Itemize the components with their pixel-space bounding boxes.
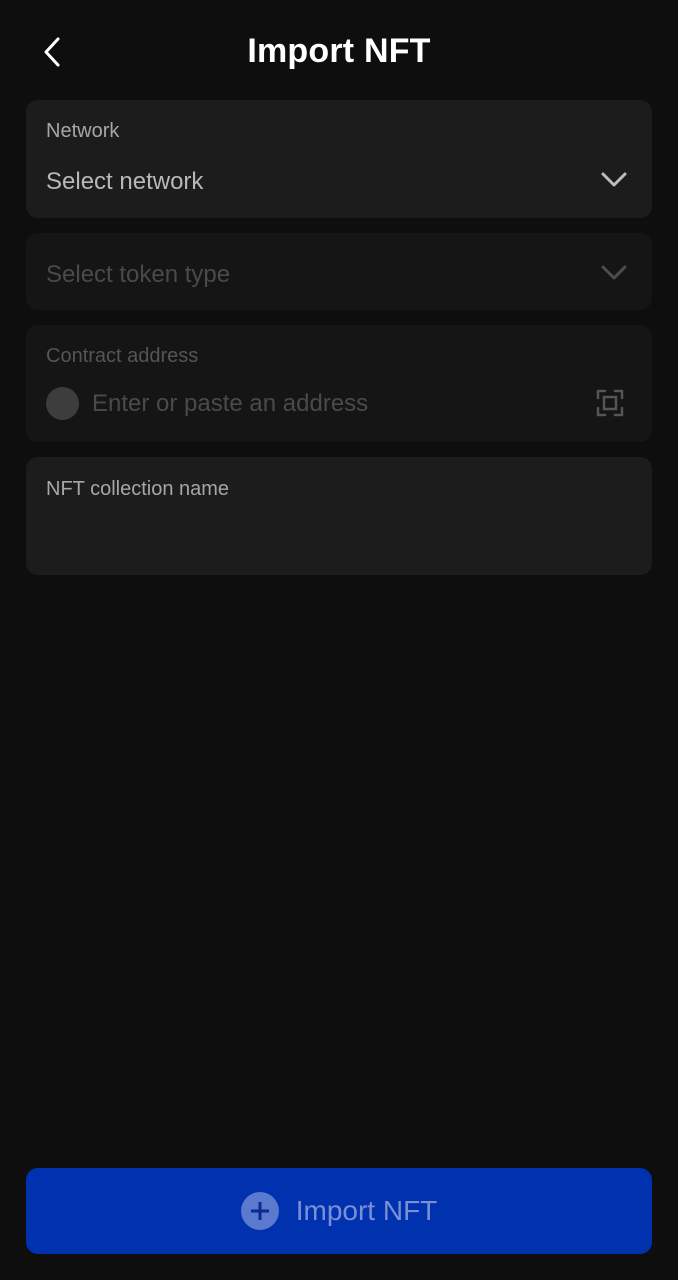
contract-address-field: Contract address: [26, 325, 652, 442]
import-nft-button[interactable]: Import NFT: [26, 1168, 652, 1254]
token-type-value: Select token type: [46, 261, 231, 288]
plus-circle-icon: [240, 1192, 279, 1230]
network-value: Select network: [46, 168, 204, 195]
collection-name-input[interactable]: [46, 517, 626, 557]
header: Import NFT: [0, 0, 678, 100]
scan-icon[interactable]: [596, 389, 624, 417]
chevron-down-icon: [601, 172, 627, 187]
token-type-select[interactable]: Select token type: [26, 233, 652, 310]
page-title: Import NFT: [247, 32, 431, 70]
contract-address-input[interactable]: [92, 389, 572, 419]
collection-name-label: NFT collection name: [46, 478, 230, 500]
chevron-down-icon: [601, 265, 627, 280]
network-select[interactable]: Network Select network: [26, 100, 652, 218]
import-nft-button-label: Import NFT: [295, 1195, 438, 1226]
network-logo-placeholder: [46, 387, 79, 420]
contract-address-label: Contract address: [46, 345, 199, 367]
network-label: Network: [46, 120, 120, 142]
collection-name-field: NFT collection name: [26, 457, 652, 575]
